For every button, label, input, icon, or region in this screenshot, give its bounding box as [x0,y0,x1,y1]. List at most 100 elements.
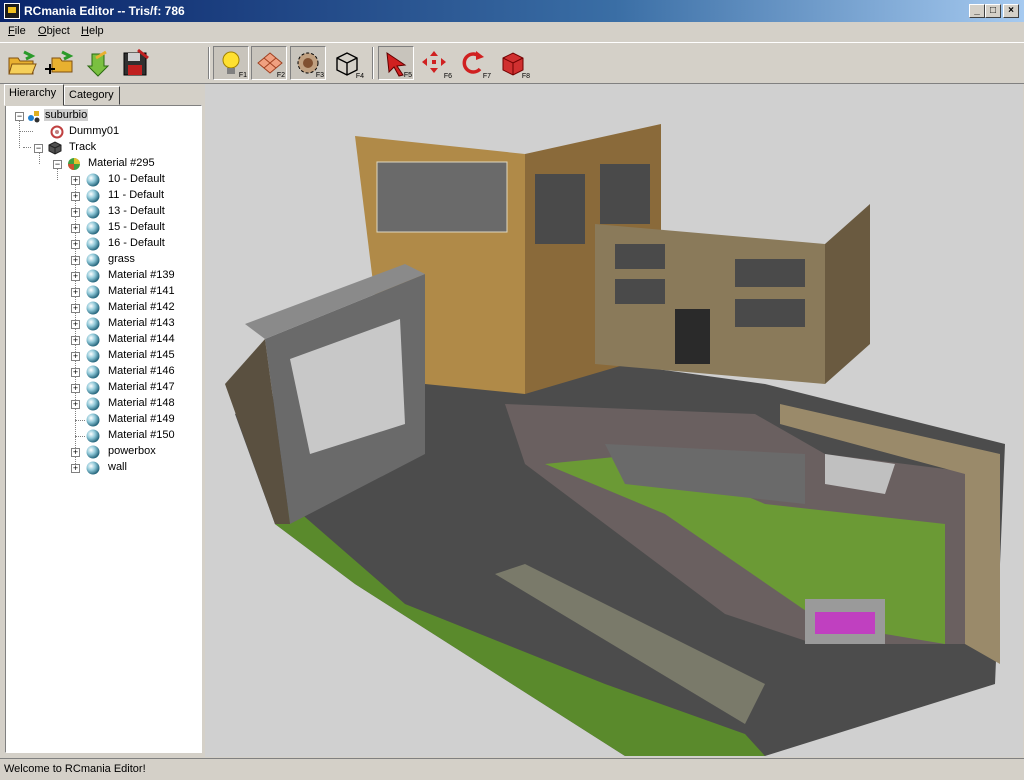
expand-toggle[interactable]: + [71,224,80,233]
tree-node-material-child[interactable]: Material #150 [6,428,201,444]
tree-label-material-child: 13 - Default [108,205,165,217]
tree-node-material-child[interactable]: + powerbox [6,444,201,460]
building-window [735,259,805,287]
hierarchy-tree[interactable]: − suburbio Dummy01 − Track − Material #2… [5,105,202,753]
open-icon [8,50,37,75]
tree-node-material-child[interactable]: + Material #148 [6,396,201,412]
tree-label-material-child: 10 - Default [108,173,165,185]
collapse-toggle[interactable]: − [15,112,24,121]
open-button[interactable] [4,46,40,80]
tree-node-material-child[interactable]: + Material #143 [6,316,201,332]
tree-label-material-child: Material #142 [108,301,175,313]
expand-toggle[interactable]: + [71,240,80,249]
menu-help[interactable]: Help [81,25,104,37]
tree-node-root[interactable]: − suburbio [6,108,201,124]
tree-node-material-child[interactable]: +11 - Default [6,188,201,204]
tree-node-material-child[interactable]: + Material #139 [6,268,201,284]
expand-toggle[interactable]: + [71,272,80,281]
rotate-tool-button[interactable]: F7 [456,46,492,80]
collapse-toggle[interactable]: − [53,160,62,169]
import-button[interactable] [80,46,116,80]
tab-hierarchy[interactable]: Hierarchy [4,84,64,106]
expand-toggle[interactable]: + [71,336,80,345]
expand-toggle[interactable]: + [71,384,80,393]
tree-label-track: Track [69,141,97,153]
expand-toggle[interactable]: + [71,352,80,361]
tree-node-material-child[interactable]: + Material #145 [6,348,201,364]
expand-toggle[interactable]: + [71,320,80,329]
tree-label-material-child: powerbox [108,445,156,457]
tree-node-dummy[interactable]: Dummy01 [6,124,201,140]
title-bar: RCmania Editor -- Tris/f: 786 _ □ × [0,0,1024,22]
select-tool-button[interactable]: F5 [378,46,414,80]
material-sphere-icon [86,317,100,331]
3d-viewport[interactable] [205,84,1023,757]
material-sphere-icon [86,237,100,251]
move-tool-button[interactable]: F6 [417,46,453,80]
menu-object[interactable]: Object [38,25,70,37]
f4-key-label: F4 [355,73,364,80]
material-sphere-icon [86,381,100,395]
tree-node-material-child[interactable]: Material #149 [6,412,201,428]
collapse-toggle[interactable]: − [34,144,43,153]
camera-button[interactable]: F3 [290,46,326,80]
material-sphere-icon [86,413,100,427]
tree-label-material-child: 16 - Default [108,237,165,249]
expand-toggle[interactable]: + [71,208,80,217]
move-arrows-icon [422,51,446,73]
tab-category[interactable]: Category [64,86,120,105]
expand-toggle[interactable]: + [71,288,80,297]
tree-node-material-child[interactable]: + Material #142 [6,300,201,316]
close-button[interactable]: × [1003,4,1019,18]
expand-toggle[interactable]: + [71,304,80,313]
tree-node-track[interactable]: − Track [6,140,201,156]
tree-node-material-child[interactable]: +13 - Default [6,204,201,220]
minimize-button[interactable]: _ [969,4,985,18]
f6-key-label: F6 [443,73,452,80]
scale-cube-icon [502,52,524,76]
f2-key-label: F2 [276,72,285,79]
scale-tool-button[interactable]: F8 [495,46,531,80]
maximize-button[interactable]: □ [985,4,1001,18]
texture-button[interactable]: F2 [251,46,287,80]
expand-toggle[interactable]: + [71,400,80,409]
wireframe-button[interactable]: F4 [329,46,365,80]
expand-toggle[interactable]: + [71,176,80,185]
toolbar-separator [372,47,374,79]
save-button[interactable] [118,46,154,80]
wireframe-cube-icon [336,52,358,76]
tree-node-material-child[interactable]: + wall [6,460,201,476]
scene-objects-icon [28,111,40,123]
tree-node-material-child[interactable]: + Material #146 [6,364,201,380]
material-sphere-icon [86,253,100,267]
tree-label-material-child: Material #150 [108,429,175,441]
tree-node-material-child[interactable]: + Material #141 [6,284,201,300]
add-object-button[interactable] [42,46,78,80]
tree-label-material-child: 11 - Default [108,189,165,201]
tree-node-material-child[interactable]: + Material #147 [6,380,201,396]
tree-node-material-child[interactable]: + Material #144 [6,332,201,348]
expand-toggle[interactable]: + [71,448,80,457]
light-button[interactable]: F1 [213,46,249,80]
tree-node-material-child[interactable]: +15 - Default [6,220,201,236]
expand-toggle[interactable]: + [71,256,80,265]
expand-toggle[interactable]: + [71,192,80,201]
menu-file[interactable]: File [8,25,26,37]
expand-toggle[interactable]: + [71,464,80,473]
f3-key-label: F3 [315,72,324,79]
rotate-icon [462,51,484,74]
material-sphere-icon [86,301,100,315]
material-sphere-icon [86,205,100,219]
tree-label-material: Material #295 [88,157,155,169]
tree-label-material-child: Material #143 [108,317,175,329]
f1-key-label: F1 [238,72,247,79]
tree-node-material[interactable]: − Material #295 [6,156,201,172]
app-icon[interactable] [4,3,20,19]
expand-toggle[interactable]: + [71,368,80,377]
tree-node-material-child[interactable]: + grass [6,252,201,268]
tree-label-material-child: 15 - Default [108,221,165,233]
tree-node-material-child[interactable]: +16 - Default [6,236,201,252]
building-window [600,164,650,224]
tree-node-material-child[interactable]: +10 - Default [6,172,201,188]
tree-line [75,420,85,421]
